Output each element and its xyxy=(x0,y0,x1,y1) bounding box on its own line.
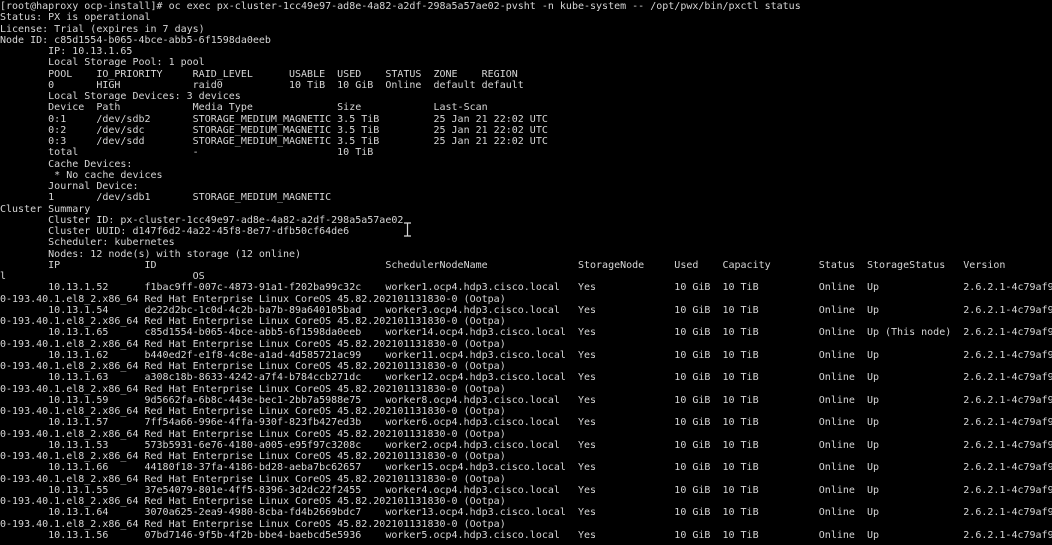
node-row-wrap: 0-193.40.1.el8_2.x86_64 Red Hat Enterpri… xyxy=(0,428,506,440)
node-row: 10.13.1.52 f1bac9ff-007c-4873-91a1-f202b… xyxy=(0,282,1052,294)
node-row: 10.13.1.57 7ff54a66-996e-4ffa-930f-823fb… xyxy=(0,417,1052,429)
status-line: Status: PX is operational xyxy=(0,12,151,24)
node-row-wrap: 0-193.40.1.el8_2.x86_64 Red Hat Enterpri… xyxy=(0,338,506,350)
node-row: 10.13.1.66 44180f18-37fa-4186-bd28-aeba7… xyxy=(0,462,1052,474)
node-id-line: Node ID: c85d1554-b065-4bce-abb5-6f1598d… xyxy=(0,34,271,46)
node-row: 10.13.1.63 a308c18b-8633-4242-a7f4-b784c… xyxy=(0,372,1052,384)
terminal-output: [root@haproxy ocp-install]# oc exec px-c… xyxy=(0,1,1052,545)
device-table-row: 0:1 /dev/sdb2 STORAGE_MEDIUM_MAGNETIC 3.… xyxy=(0,113,548,125)
node-row-wrap: 0-193.40.1.el8_2.x86_64 Red Hat Enterpri… xyxy=(0,473,506,485)
node-row-wrap: 0-193.40.1.el8_2.x86_64 Red Hat Enterpri… xyxy=(0,383,506,395)
cluster-summary-heading: Cluster Summary xyxy=(0,203,91,215)
device-table-row: 0:2 /dev/sdc STORAGE_MEDIUM_MAGNETIC 3.5… xyxy=(0,124,548,136)
node-row: 10.13.1.59 9d5662fa-6b8c-443e-bec1-2bb7a… xyxy=(0,394,1052,406)
node-row: 10.13.1.53 573b5931-6e76-4180-a005-e95f9… xyxy=(0,439,1052,451)
node-row-wrap: 0-193.40.1.el8_2.x86_64 Red Hat Enterpri… xyxy=(0,518,506,530)
journal-device-row: 1 /dev/sdb1 STORAGE_MEDIUM_MAGNETIC xyxy=(0,192,332,204)
pool-table-row: 0 HIGH raid0 10 TiB 10 GiB Online defaul… xyxy=(0,79,524,91)
node-row-wrap: 0-193.40.1.el8_2.x86_64 Red Hat Enterpri… xyxy=(0,406,506,417)
node-row-wrap: 0-193.40.1.el8_2.x86_64 Red Hat Enterpri… xyxy=(0,361,506,372)
node-row: 10.13.1.55 37e54079-801e-4ff5-8396-3d2dc… xyxy=(0,484,1052,496)
cluster-id-line: Cluster ID: px-cluster-1cc49e97-ad8e-4a8… xyxy=(0,214,404,226)
license-line: License: Trial (expires in 7 days) xyxy=(0,23,205,35)
nodes-count-line: Nodes: 12 node(s) with storage (12 onlin… xyxy=(0,248,302,260)
node-row-wrap: 0-193.40.1.el8_2.x86_64 Red Hat Enterpri… xyxy=(0,496,506,507)
node-row-wrap: 0-193.40.1.el8_2.x86_64 Red Hat Enterpri… xyxy=(0,316,506,327)
device-table-row: 0:3 /dev/sdd STORAGE_MEDIUM_MAGNETIC 3.5… xyxy=(0,136,548,147)
node-row-wrap: 0-193.40.1.el8_2.x86_64 Red Hat Enterpri… xyxy=(0,293,506,305)
node-row: 10.13.1.56 07bd7146-9f5b-4f2b-bbe4-baebc… xyxy=(0,529,1052,541)
node-row: 10.13.1.64 3070a625-2ea9-4980-8cba-fd4b2… xyxy=(0,507,1052,519)
node-row: 10.13.1.62 b440ed2f-e1f8-4c8e-a1ad-4d585… xyxy=(0,349,1052,361)
terminal-window[interactable]: [root@haproxy ocp-install]# oc exec px-c… xyxy=(0,0,1052,545)
node-row: 10.13.1.54 de22d2bc-1c0d-4c2b-ba7b-89a64… xyxy=(0,304,1052,316)
cache-devices-heading: Cache Devices: xyxy=(0,158,133,170)
cluster-uuid-line: Cluster UUID: d147f6d2-4a22-45f8-8e77-df… xyxy=(0,226,350,237)
prompt-command-line: [root@haproxy ocp-install]# oc exec px-c… xyxy=(0,1,801,12)
scheduler-line: Scheduler: kubernetes xyxy=(0,237,175,249)
node-ip-line: IP: 10.13.1.65 xyxy=(0,46,133,57)
node-row-wrap: 0-193.40.1.el8_2.x86_64 Red Hat Enterpri… xyxy=(0,451,506,462)
storage-pool-heading: Local Storage Pool: 1 pool xyxy=(0,57,205,69)
device-table-total: total - 10 TiB xyxy=(0,147,374,159)
nodes-table-header: IP ID SchedulerNodeName StorageNode Used… xyxy=(0,259,1052,271)
device-table-header: Device Path Media Type Size Last-Scan xyxy=(0,102,488,114)
text-cursor-icon xyxy=(404,222,411,237)
storage-devices-heading: Local Storage Devices: 3 devices xyxy=(0,91,241,102)
journal-device-heading: Journal Device: xyxy=(0,181,139,192)
cache-devices-value: * No cache devices xyxy=(0,169,163,181)
pool-table-header: POOL IO_PRIORITY RAID_LEVEL USABLE USED … xyxy=(0,68,518,80)
node-row: 10.13.1.65 c85d1554-b065-4bce-abb5-6f159… xyxy=(0,327,1052,339)
nodes-table-header-wrap: l OS xyxy=(0,271,205,282)
